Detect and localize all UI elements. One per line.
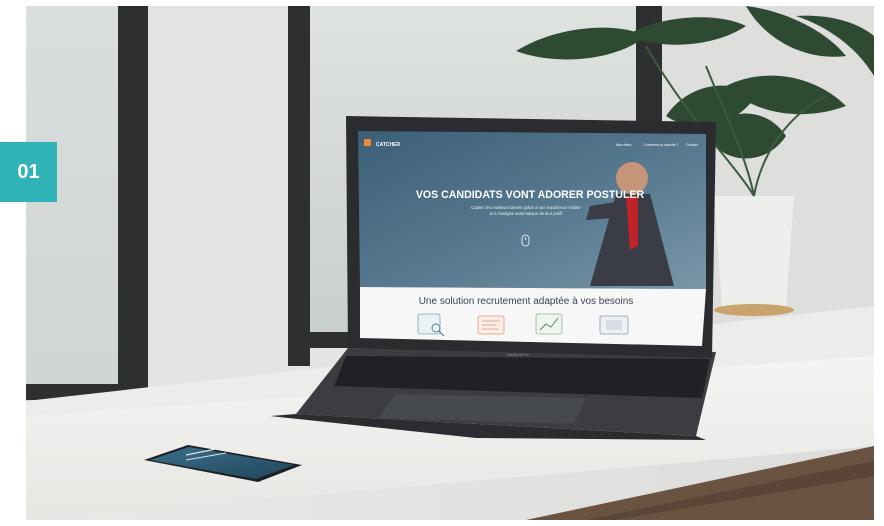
plant-pot [714, 196, 794, 306]
hero-subtitle-line1: Captez les meilleurs talents grâce à une… [471, 205, 581, 210]
mockup-scene: CATCHER Nos offres Comment ça marche ? C… [26, 6, 874, 520]
laptop-mockup-photo: CATCHER Nos offres Comment ça marche ? C… [26, 6, 874, 520]
section-number: 01 [17, 160, 40, 183]
chart-growth-icon [535, 313, 563, 335]
cv-document-icon [477, 315, 505, 335]
laptop-screen: CATCHER Nos offres Comment ça marche ? C… [358, 131, 706, 346]
hero-subtitle-line2: et à l'analyse automatique de leur profi… [490, 211, 563, 216]
nav-item-contact[interactable]: Contact [686, 143, 698, 147]
nav-item-offres[interactable]: Nos offres [616, 143, 632, 147]
wall-pier [148, 6, 288, 416]
center-window-frame-left [288, 6, 310, 366]
section-number-badge: 01 [0, 142, 57, 202]
search-documents-icon [417, 313, 445, 337]
section-title: Une solution recrutement adaptée à vos b… [419, 296, 634, 307]
screens-icon [599, 315, 629, 335]
laptop-model-label: MacBook Pro [507, 353, 529, 357]
pot-saucer [714, 304, 794, 316]
left-window-frame [118, 6, 148, 398]
logo-mark [364, 139, 371, 146]
nav-item-how[interactable]: Comment ça marche ? [644, 143, 678, 147]
logo-text[interactable]: CATCHER [376, 142, 400, 148]
hero-title: VOS CANDIDATS VONT ADORER POSTULER [416, 189, 645, 201]
